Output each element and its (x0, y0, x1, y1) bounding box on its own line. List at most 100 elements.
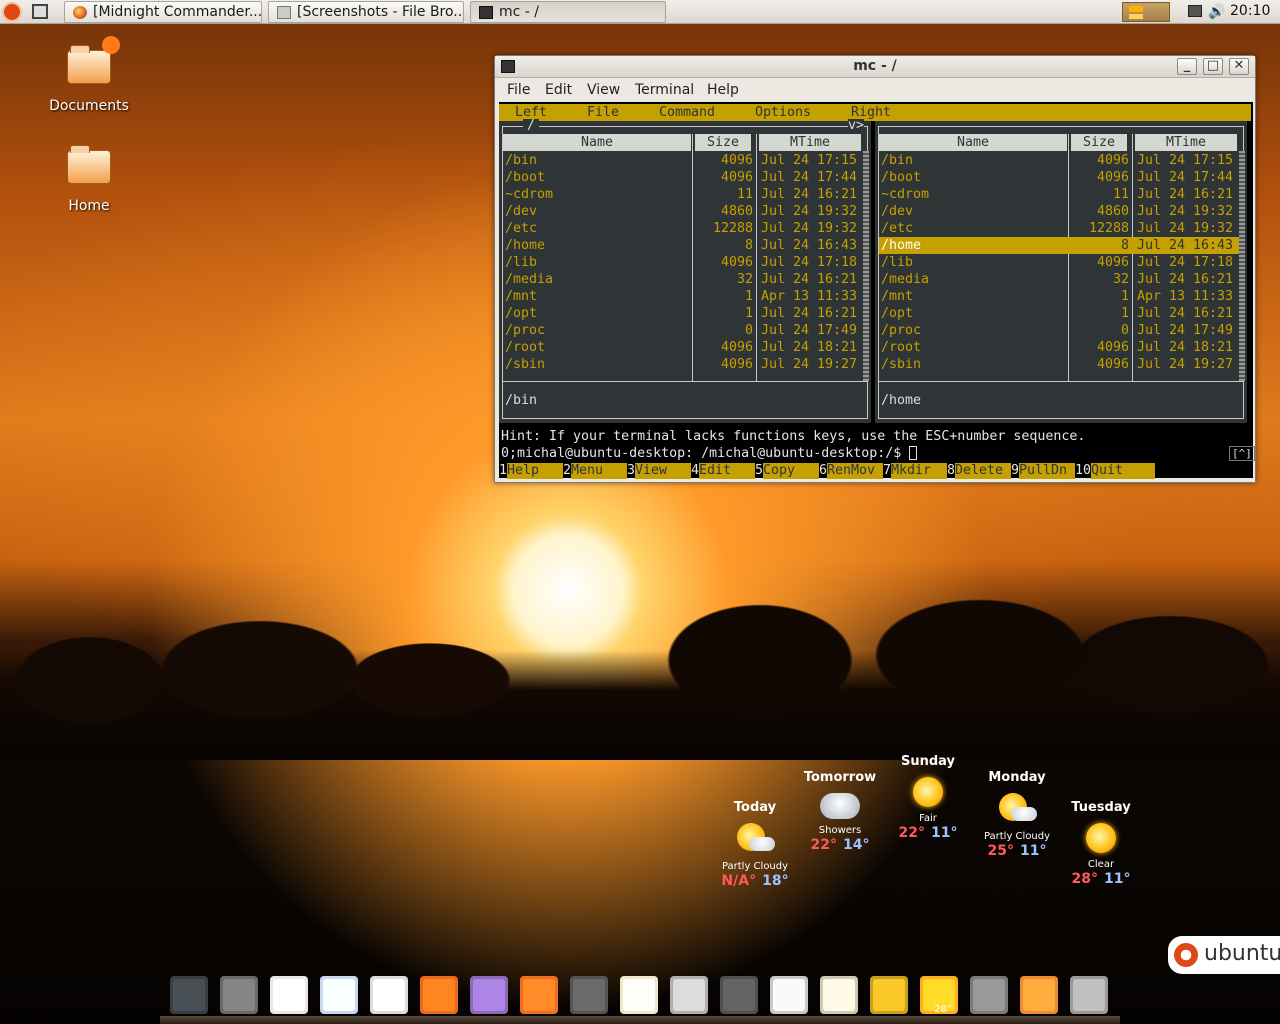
file-row[interactable]: /opt 1 Jul 24 16:21 (879, 305, 1243, 322)
minimize-button[interactable]: _ (1177, 58, 1197, 75)
clock[interactable]: 20:10 (1230, 3, 1270, 19)
notes-icon[interactable] (620, 976, 658, 1014)
command-prompt[interactable]: 0;michal@ubuntu-desktop: /michal@ubuntu-… (501, 446, 918, 461)
downloads-icon[interactable] (1070, 976, 1108, 1014)
goat-icon[interactable] (820, 976, 858, 1014)
scrollbar[interactable] (1239, 151, 1245, 381)
file-row[interactable]: /bin 4096 Jul 24 17:15 (503, 152, 867, 169)
file-row[interactable]: /proc 0 Jul 24 17:49 (503, 322, 867, 339)
fkey-number: 10 (1075, 463, 1092, 478)
trash-icon[interactable] (1020, 976, 1058, 1014)
pidgin-icon[interactable] (470, 976, 508, 1014)
dock-shelf (160, 1016, 1120, 1024)
file-row[interactable]: /mnt 1 Apr 13 11:33 (879, 288, 1243, 305)
fkey-menu[interactable]: 2Menu (563, 463, 628, 479)
taskbar-item-mc[interactable]: mc - / (470, 1, 666, 23)
file-row[interactable]: /proc 0 Jul 24 17:49 (879, 322, 1243, 339)
subshell-indicator[interactable]: [^] (1229, 446, 1255, 461)
show-desktop-icon[interactable] (32, 4, 48, 19)
taskbar-item-midnight-commander[interactable]: [Midnight Commander... (64, 1, 262, 23)
inkscape-icon[interactable] (570, 976, 608, 1014)
file-row[interactable]: /root 4096 Jul 24 18:21 (879, 339, 1243, 356)
left-panel[interactable]: / v> Name Size MTime /bin 4096 Jul 24 17:1… (499, 119, 871, 423)
file-row[interactable]: /media 32 Jul 24 16:21 (879, 271, 1243, 288)
file-row[interactable]: /root 4096 Jul 24 18:21 (503, 339, 867, 356)
clock-icon[interactable] (870, 976, 908, 1014)
file-size: 11 (1112, 187, 1129, 202)
fkey-edit[interactable]: 4Edit (691, 463, 756, 479)
scrollbar[interactable] (863, 151, 869, 381)
ubuntu-menu-icon[interactable] (2, 2, 22, 22)
menu-view[interactable]: View (587, 82, 620, 98)
fkey-copy[interactable]: 5Copy (755, 463, 820, 479)
taskbar-item-file-browser[interactable]: [Screenshots - File Bro... (268, 1, 464, 23)
file-row[interactable]: /lib 4096 Jul 24 17:18 (503, 254, 867, 271)
file-row[interactable]: ~cdrom 11 Jul 24 16:21 (503, 186, 867, 203)
column-header-size[interactable]: Size (695, 134, 751, 151)
flame-icon[interactable] (520, 976, 558, 1014)
panel-history-indicator[interactable]: v> (847, 119, 864, 133)
file-row[interactable]: /sbin 4096 Jul 24 19:27 (879, 356, 1243, 373)
mc-menu-command[interactable]: Command (659, 104, 715, 121)
scanner-icon[interactable] (770, 976, 808, 1014)
fkey-renmov[interactable]: 6RenMov (819, 463, 884, 479)
text-editor-icon[interactable] (270, 976, 308, 1014)
file-row[interactable]: /home 8 Jul 24 16:43 (879, 237, 1243, 254)
column-header-size[interactable]: Size (1071, 134, 1127, 151)
network-icon[interactable] (1188, 5, 1202, 17)
column-header-name[interactable]: Name (503, 134, 691, 151)
file-row[interactable]: /media 32 Jul 24 16:21 (503, 271, 867, 288)
file-row[interactable]: ~cdrom 11 Jul 24 16:21 (879, 186, 1243, 203)
maximize-button[interactable]: □ (1203, 58, 1223, 75)
menu-file[interactable]: File (507, 82, 530, 98)
desktop-icon-home[interactable]: Home (34, 145, 144, 214)
column-header-name[interactable]: Name (879, 134, 1067, 151)
file-row[interactable]: /dev 4860 Jul 24 19:32 (879, 203, 1243, 220)
gimp-icon[interactable] (220, 976, 258, 1014)
menu-help[interactable]: Help (707, 82, 739, 98)
mc-menu-options[interactable]: Options (755, 104, 811, 121)
system-monitor-applet[interactable] (1122, 2, 1170, 22)
fkey-label: Mkdir (891, 463, 948, 479)
terminal-icon[interactable] (170, 976, 208, 1014)
column-header-mtime[interactable]: MTime (1135, 134, 1237, 151)
weather-low: 11° (1020, 843, 1047, 859)
terminal-window[interactable]: mc - / _ □ ✕ File Edit View Terminal Hel… (494, 55, 1256, 483)
window-titlebar[interactable]: mc - / _ □ ✕ (495, 56, 1255, 78)
office-icon[interactable] (320, 976, 358, 1014)
file-row[interactable]: /mnt 1 Apr 13 11:33 (503, 288, 867, 305)
file-row[interactable]: /boot 4096 Jul 24 17:44 (503, 169, 867, 186)
desktop-icon-documents[interactable]: Documents (34, 36, 144, 114)
file-row[interactable]: /dev 4860 Jul 24 19:32 (503, 203, 867, 220)
file-row[interactable]: /lib 4096 Jul 24 17:18 (879, 254, 1243, 271)
fkey-delete[interactable]: 8Delete (947, 463, 1012, 479)
mail-icon[interactable] (370, 976, 408, 1014)
file-name: /dev (881, 204, 914, 219)
menu-edit[interactable]: Edit (545, 82, 572, 98)
right-panel[interactable]: Name Size MTime /bin 4096 Jul 24 17:15/boo… (875, 121, 1247, 423)
weather-low: 18° (762, 873, 789, 889)
fkey-quit[interactable]: 10Quit (1075, 463, 1156, 479)
volume-icon[interactable] (970, 976, 1008, 1014)
camera-icon[interactable] (720, 976, 758, 1014)
column-header-mtime[interactable]: MTime (759, 134, 861, 151)
file-row[interactable]: /home 8 Jul 24 16:43 (503, 237, 867, 254)
fkey-help[interactable]: 1Help (499, 463, 564, 479)
file-mtime: Jul 24 17:49 (761, 323, 858, 338)
calculator-icon[interactable] (670, 976, 708, 1014)
file-row[interactable]: /etc 12288 Jul 24 19:32 (503, 220, 867, 237)
close-button[interactable]: ✕ (1229, 58, 1249, 75)
volume-icon[interactable]: 🔊 (1208, 4, 1225, 20)
fkey-mkdir[interactable]: 7Mkdir (883, 463, 948, 479)
file-row[interactable]: /sbin 4096 Jul 24 19:27 (503, 356, 867, 373)
file-row[interactable]: /opt 1 Jul 24 16:21 (503, 305, 867, 322)
file-row[interactable]: /etc 12288 Jul 24 19:32 (879, 220, 1243, 237)
file-row[interactable]: /boot 4096 Jul 24 17:44 (879, 169, 1243, 186)
fkey-view[interactable]: 3View (627, 463, 692, 479)
menu-terminal[interactable]: Terminal (635, 82, 694, 98)
terminal-area[interactable]: Left File Command Options Right / v> Nam… (499, 102, 1255, 479)
firefox-icon[interactable] (420, 976, 458, 1014)
fkey-pulldn[interactable]: 9PullDn (1011, 463, 1076, 479)
mc-menu-file[interactable]: File (587, 104, 619, 121)
file-row[interactable]: /bin 4096 Jul 24 17:15 (879, 152, 1243, 169)
